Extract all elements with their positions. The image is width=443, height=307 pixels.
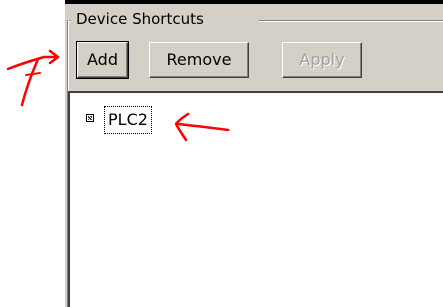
node-icon [86, 114, 94, 122]
window-top-edge [65, 0, 443, 4]
device-tree[interactable]: PLC2 [68, 91, 443, 307]
add-button[interactable]: Add [76, 41, 129, 79]
group-title: Device Shortcuts [74, 9, 206, 29]
annotation-arrow-add [6, 49, 60, 107]
annotation-arrow-plc2 [174, 112, 230, 142]
tree-item-label[interactable]: PLC2 [104, 106, 152, 134]
apply-button: Apply [282, 42, 362, 78]
device-shortcuts-panel: Device Shortcuts Add Remove Apply PLC2 [65, 0, 443, 307]
remove-button[interactable]: Remove [149, 42, 249, 78]
group-border-top-right [259, 20, 443, 22]
